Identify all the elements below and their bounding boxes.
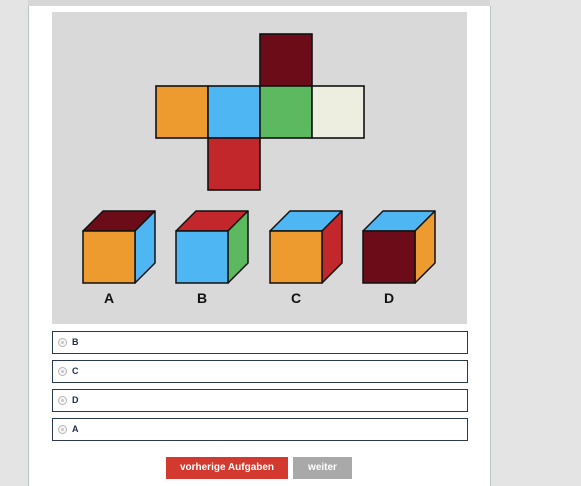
cube-option-c: C <box>269 210 343 306</box>
cube-label: C <box>291 290 301 306</box>
radio-button[interactable] <box>58 338 67 347</box>
cube-front-face <box>362 230 416 284</box>
answer-option[interactable]: D <box>52 389 468 412</box>
option-label: C <box>72 366 79 376</box>
cube-option-b: B <box>175 210 249 306</box>
answer-option[interactable]: C <box>52 360 468 383</box>
cube-label: B <box>197 290 207 306</box>
net-face-bottom <box>207 137 261 191</box>
cube-label: D <box>384 290 394 306</box>
cube-option-a: A <box>82 210 156 306</box>
answer-options: B C D A <box>52 331 468 447</box>
option-label: B <box>72 337 79 347</box>
cube-front-face <box>82 230 136 284</box>
cube-net-figure: A B C D <box>52 12 467 324</box>
answer-option[interactable]: A <box>52 418 468 441</box>
next-button[interactable]: weiter <box>293 457 352 479</box>
net-face-top <box>259 33 313 87</box>
radio-button[interactable] <box>58 396 67 405</box>
option-label: A <box>72 424 79 434</box>
net-face-far-right <box>311 85 365 139</box>
net-face-center <box>207 85 261 139</box>
radio-button[interactable] <box>58 425 67 434</box>
cube-front-face <box>175 230 229 284</box>
option-label: D <box>72 395 79 405</box>
net-face-right <box>259 85 313 139</box>
previous-task-button[interactable]: vorherige Aufgaben <box>166 457 288 479</box>
cube-label: A <box>104 290 114 306</box>
figure-canvas: A B C D <box>82 33 436 306</box>
cube-front-face <box>269 230 323 284</box>
answer-option[interactable]: B <box>52 331 468 354</box>
net-face-left <box>155 85 209 139</box>
cube-option-d: D <box>362 210 436 306</box>
radio-button[interactable] <box>58 367 67 376</box>
